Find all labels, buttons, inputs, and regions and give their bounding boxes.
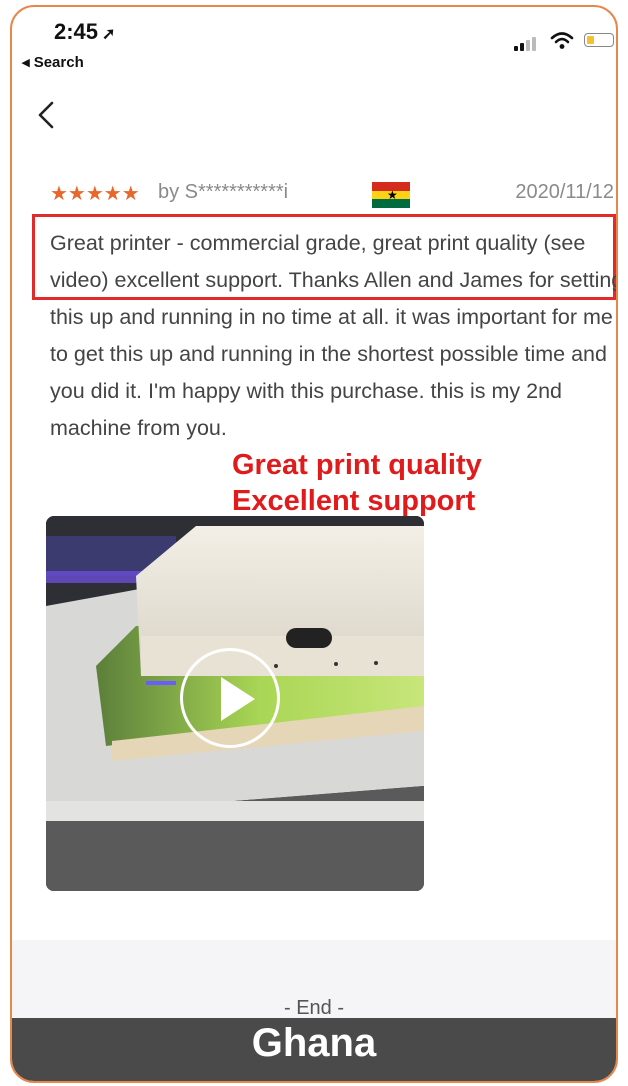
wifi-icon xyxy=(550,32,574,49)
play-button[interactable] xyxy=(180,648,280,748)
battery-icon xyxy=(584,33,614,47)
review-text: Great printer - commercial grade, great … xyxy=(50,231,618,440)
location-arrow-icon: ➚ xyxy=(102,26,116,43)
end-label: - End - xyxy=(283,997,345,1019)
status-time-text: 2:45 xyxy=(54,19,99,44)
play-icon xyxy=(221,677,255,721)
callout-line-1: Great print quality xyxy=(232,449,482,481)
status-time: 2:45 ➚ xyxy=(54,19,115,45)
country-banner-label: Ghana xyxy=(251,1021,377,1065)
rating-stars: ★★★★★ xyxy=(50,183,140,205)
review-date: 2020/11/12 xyxy=(515,181,614,203)
chevron-left-icon[interactable] xyxy=(32,97,62,133)
phone-frame: 2:45 ➚ ◂ Search ★★★★★ by S***********i ★ … xyxy=(10,5,618,1083)
cellular-signal-icon xyxy=(514,37,540,51)
callout-line-2: Excellent support xyxy=(232,485,476,517)
callout-text: Great print quality Excellent support xyxy=(232,447,482,519)
ghana-flag-icon: ★ xyxy=(372,182,410,208)
back-to-search-link[interactable]: ◂ Search xyxy=(22,53,84,71)
reviewer-name: by S***********i xyxy=(158,181,289,203)
battery-level xyxy=(587,36,594,44)
review-video[interactable] xyxy=(46,516,424,891)
